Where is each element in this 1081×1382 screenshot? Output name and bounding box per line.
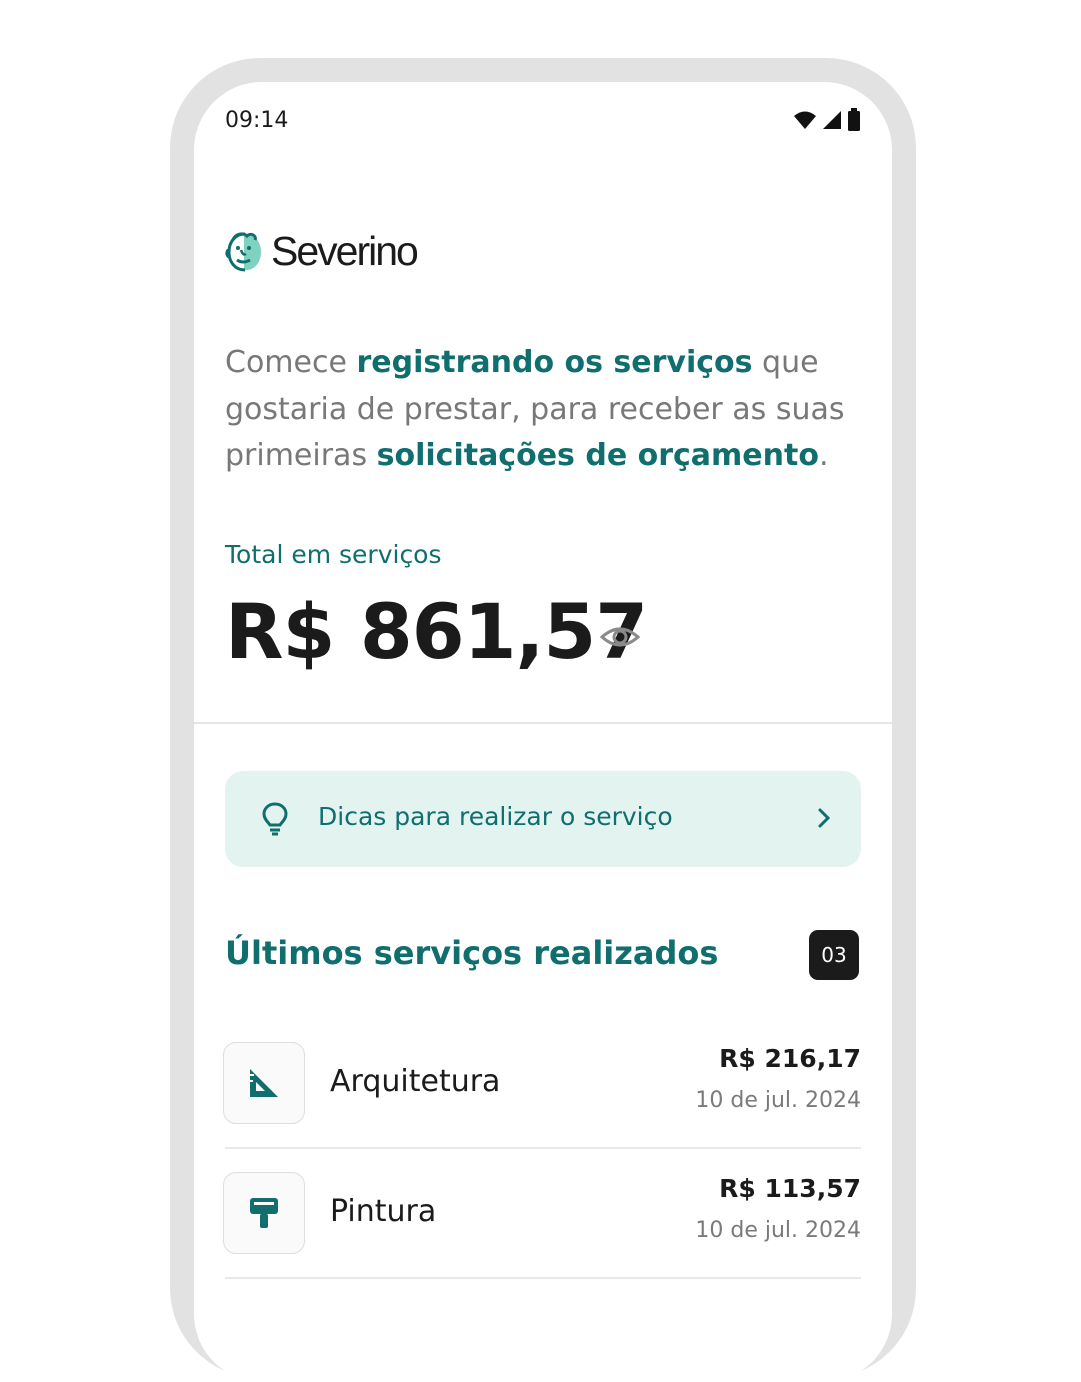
toggle-visibility-button[interactable] <box>598 618 642 656</box>
signal-icon <box>823 111 841 129</box>
services-count-badge: 03 <box>809 930 859 980</box>
service-name: Arquitetura <box>330 1064 501 1099</box>
status-icons <box>793 108 861 132</box>
service-price: R$ 113,57 <box>719 1174 861 1203</box>
service-date: 10 de jul. 2024 <box>695 1088 861 1113</box>
lightbulb-icon <box>262 802 288 836</box>
wifi-icon <box>794 111 816 129</box>
intro-text-part: . <box>818 438 829 473</box>
brand-name: Severino <box>271 228 419 274</box>
intro-text-part: Comece <box>225 345 357 380</box>
tips-card[interactable]: Dicas para realizar o serviço <box>225 771 861 867</box>
row-divider <box>225 1147 861 1149</box>
service-icon-box <box>223 1172 305 1254</box>
tips-label: Dicas para realizar o serviço <box>318 802 673 831</box>
status-time: 09:14 <box>225 108 289 133</box>
section-divider <box>194 722 892 724</box>
service-date: 10 de jul. 2024 <box>695 1218 861 1243</box>
battery-icon <box>848 108 860 131</box>
service-name: Pintura <box>330 1194 437 1229</box>
chevron-right-icon <box>818 808 831 828</box>
intro-text: Comece registrando os serviços que gosta… <box>225 340 865 480</box>
status-bar: 09:14 <box>225 106 861 136</box>
total-label: Total em serviços <box>225 540 442 569</box>
brand-logo: Severino <box>225 228 419 275</box>
row-divider <box>225 1277 861 1279</box>
service-icon-box <box>223 1042 305 1124</box>
eye-icon <box>599 627 641 647</box>
set-square-icon <box>250 1069 278 1097</box>
severino-face-logo-icon <box>225 231 261 271</box>
service-row-pintura[interactable]: Pintura R$ 113,57 10 de jul. 2024 <box>223 1172 861 1302</box>
service-price: R$ 216,17 <box>719 1044 861 1073</box>
service-row-arquitetura[interactable]: Arquitetura R$ 216,17 10 de jul. 2024 <box>223 1042 861 1172</box>
intro-highlight-services: registrando os serviços <box>356 345 753 380</box>
total-value: R$ 861,57 <box>225 587 648 676</box>
intro-highlight-quotes: solicitações de orçamento <box>376 438 819 473</box>
phone-screen: 09:14 Severino Comece registrando os ser… <box>194 82 892 1382</box>
paint-roller-icon <box>250 1198 278 1228</box>
recent-services-title: Últimos serviços realizados <box>225 934 719 972</box>
